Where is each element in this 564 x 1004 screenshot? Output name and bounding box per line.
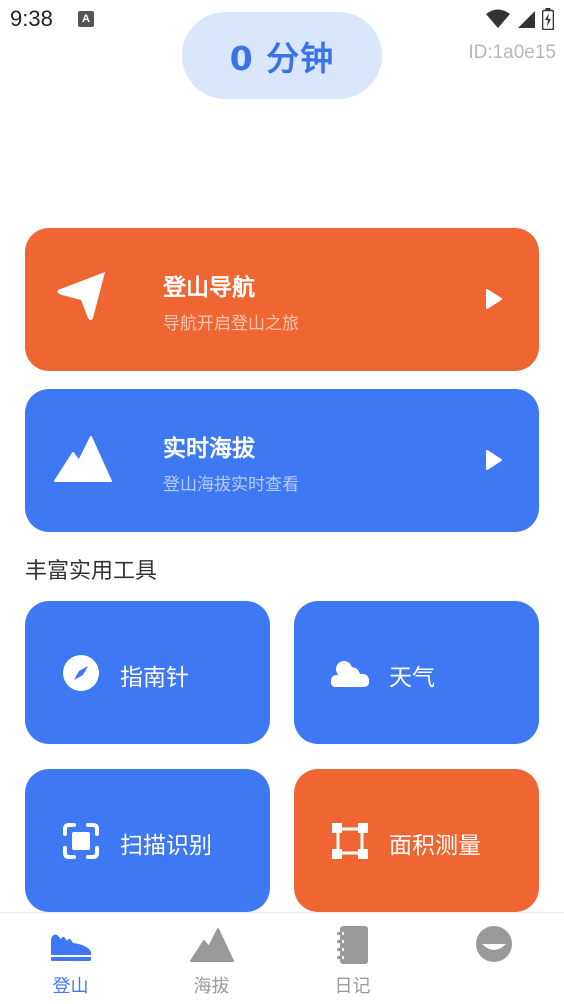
play-arrow-icon [486, 289, 502, 309]
card-subtitle: 导航开启登山之旅 [163, 314, 299, 334]
nav-tab-altitude[interactable]: 海拔 [141, 913, 282, 1004]
area-measure-icon [332, 823, 368, 859]
notebook-icon [336, 926, 368, 964]
shoe-icon [50, 934, 91, 961]
nav-tab-climb[interactable]: 登山 [0, 913, 141, 1004]
compass-icon [63, 655, 99, 691]
scan-recognize-tool-button[interactable]: 扫描识别 [25, 769, 270, 912]
card-subtitle: 登山海拔实时查看 [163, 475, 299, 495]
battery-icon [542, 8, 554, 30]
cell-signal-icon [518, 11, 535, 28]
realtime-altitude-card[interactable]: 实时海拔 登山海拔实时查看 [25, 389, 539, 532]
tool-label: 扫描识别 [120, 833, 212, 859]
status-time: 9:38 [10, 6, 53, 31]
device-id: ID:1a0e15 [468, 42, 556, 63]
tools-section-title: 丰富实用工具 [25, 559, 158, 584]
compass-tool-button[interactable]: 指南针 [25, 601, 270, 744]
tool-label: 面积测量 [389, 833, 481, 859]
tool-label: 指南针 [120, 665, 189, 691]
status-icons [486, 8, 554, 30]
tool-label: 天气 [389, 665, 435, 691]
elapsed-time-display: 0 分钟 [182, 12, 382, 99]
cloud-icon [330, 661, 370, 687]
bottom-navigation: 登山 海拔 日记 [0, 912, 564, 1004]
weather-tool-button[interactable]: 天气 [294, 601, 539, 744]
area-measure-tool-button[interactable]: 面积测量 [294, 769, 539, 912]
nav-label: 登山 [52, 976, 89, 997]
nav-label: 海拔 [193, 976, 230, 997]
card-title: 登山导航 [163, 275, 255, 301]
notification-app-icon: A [78, 11, 94, 27]
nav-label: 日记 [334, 976, 371, 997]
nav-tab-profile[interactable] [423, 913, 564, 1004]
scan-icon [63, 823, 99, 859]
navigation-arrow-icon [53, 266, 113, 326]
mountain-navigation-card[interactable]: 登山导航 导航开启登山之旅 [25, 228, 539, 371]
play-arrow-icon [486, 450, 502, 470]
profile-icon [475, 926, 512, 962]
mountain-icon [189, 928, 234, 962]
nav-tab-diary[interactable]: 日记 [282, 913, 423, 1004]
wifi-icon [486, 9, 510, 28]
mountain-icon [53, 427, 113, 487]
card-title: 实时海拔 [163, 436, 255, 462]
